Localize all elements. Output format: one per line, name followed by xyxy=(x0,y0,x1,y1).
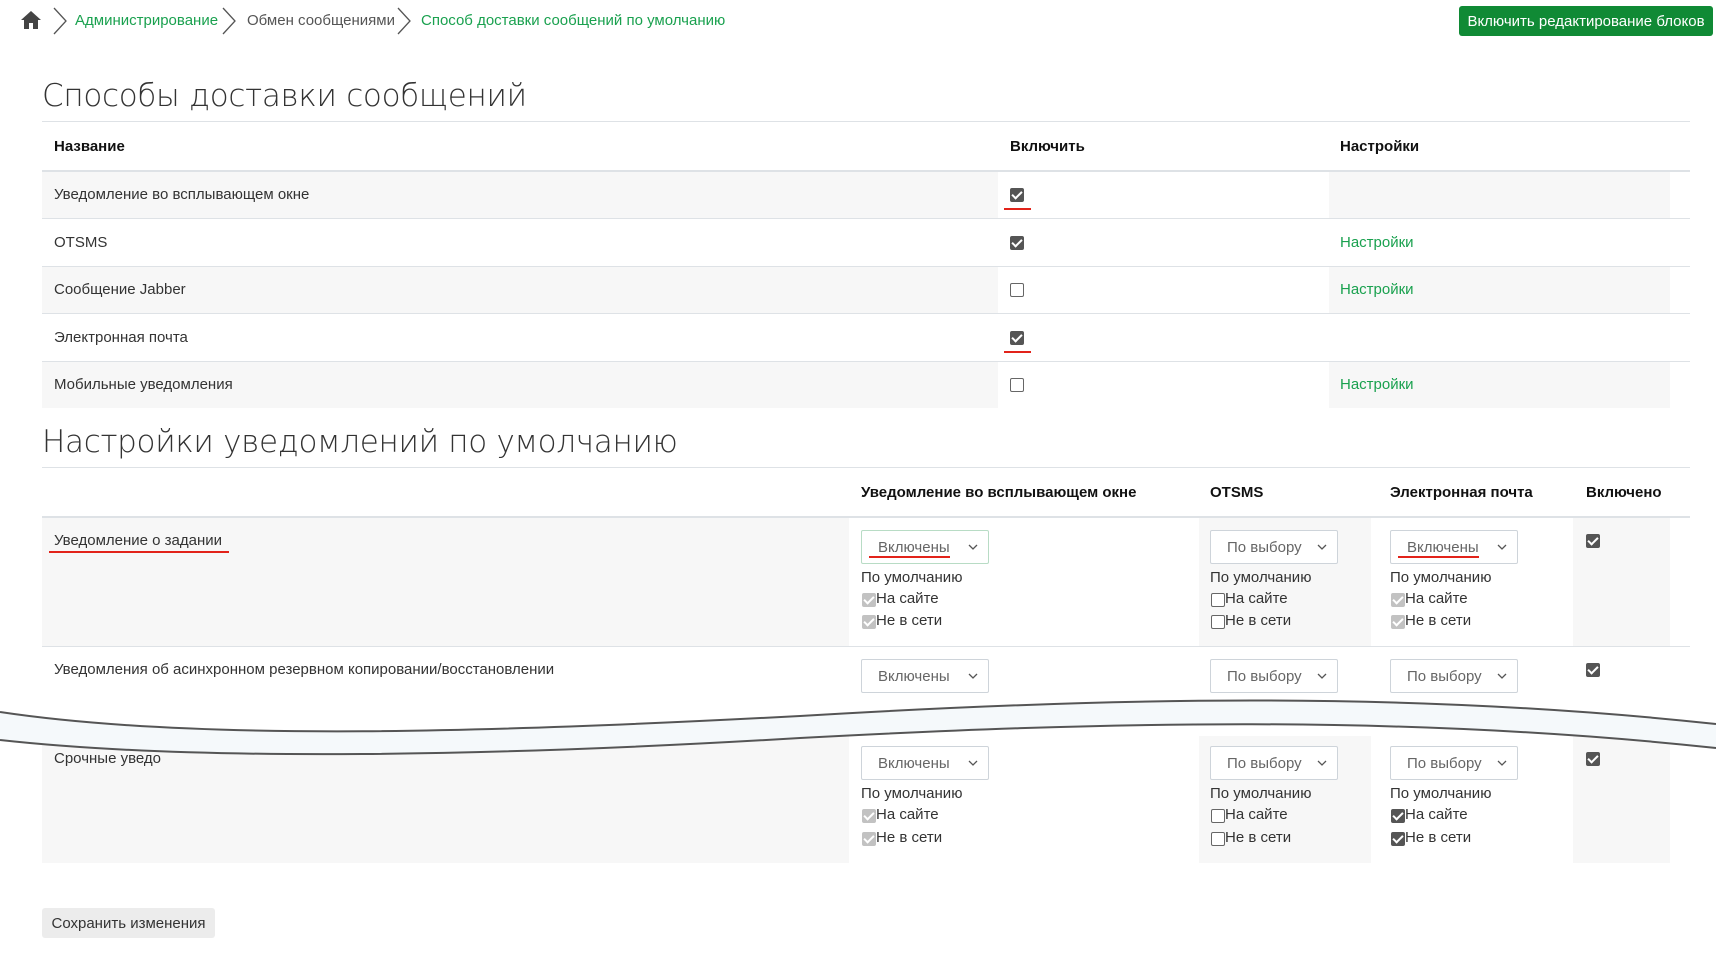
default-label: По умолчанию xyxy=(861,569,963,586)
default-label: По умолчанию xyxy=(861,785,963,802)
cell-settings xyxy=(1329,172,1670,218)
table-row: OTSMS Настройки xyxy=(42,219,1690,266)
select-value: Включены xyxy=(878,539,950,556)
on-site-checkbox[interactable] xyxy=(862,593,876,607)
settings-link[interactable]: Настройки xyxy=(1340,281,1414,298)
popup-select[interactable]: Включены xyxy=(861,530,989,564)
on-site-checkbox[interactable] xyxy=(1211,593,1225,607)
on-site-checkbox[interactable] xyxy=(1391,593,1405,607)
annotation-underline xyxy=(49,551,229,553)
table-header: Уведомление во всплывающем окне OTSMS Эл… xyxy=(42,468,1690,516)
settings-link[interactable]: Настройки xyxy=(1340,376,1414,393)
on-site-label: На сайте xyxy=(1225,806,1288,823)
home-icon[interactable] xyxy=(20,10,42,30)
breadcrumb-admin[interactable]: Администрирование xyxy=(75,12,218,29)
notification-name: Уведомления об асинхронном резервном коп… xyxy=(54,661,555,678)
section-title-default-notifications: Настройки уведомлений по умолчанию xyxy=(42,424,678,460)
email-select[interactable]: Включены xyxy=(1390,530,1518,564)
breadcrumb-messaging[interactable]: Обмен сообщениями xyxy=(247,12,395,29)
column-header-popup: Уведомление во всплывающем окне xyxy=(861,484,1137,501)
offline-checkbox[interactable] xyxy=(1391,832,1405,846)
table-header: Название Включить Настройки xyxy=(42,122,1690,170)
chevron-down-icon xyxy=(1317,544,1327,550)
notification-name: Уведомление о задании xyxy=(54,532,223,549)
chevron-right-icon xyxy=(222,7,236,35)
annotation-underline xyxy=(869,556,950,558)
save-changes-button[interactable]: Сохранить изменения xyxy=(42,908,215,938)
section-title-delivery-methods: Способы доставки сообщений xyxy=(42,78,527,114)
default-label: По умолчанию xyxy=(1210,569,1312,586)
enable-checkbox[interactable] xyxy=(1010,236,1024,250)
enabled-checkbox[interactable] xyxy=(1586,663,1600,677)
enabled-checkbox[interactable] xyxy=(1586,534,1600,548)
default-label: По умолчанию xyxy=(1390,569,1492,586)
column-header-name: Название xyxy=(54,138,125,155)
delivery-method-name: Уведомление во всплывающем окне xyxy=(54,186,310,203)
table-row: Уведомление во всплывающем окне xyxy=(42,172,1690,218)
delivery-method-name: Сообщение Jabber xyxy=(54,281,186,298)
column-header-otsms: OTSMS xyxy=(1210,484,1264,501)
table-row: Сообщение Jabber Настройки xyxy=(42,267,1690,313)
chevron-down-icon xyxy=(968,544,978,550)
offline-checkbox[interactable] xyxy=(862,615,876,629)
table-row: Мобильные уведомления Настройки xyxy=(42,362,1690,408)
chevron-right-icon xyxy=(53,7,67,35)
offline-checkbox[interactable] xyxy=(1211,832,1225,846)
chevron-down-icon xyxy=(1497,544,1507,550)
annotation-underline xyxy=(1004,208,1031,210)
default-label: По умолчанию xyxy=(1390,785,1492,802)
offline-checkbox[interactable] xyxy=(1211,615,1225,629)
enable-checkbox[interactable] xyxy=(1010,188,1024,202)
offline-label: Не в сети xyxy=(1225,829,1292,846)
page-tear-separator xyxy=(0,699,1716,756)
on-site-label: На сайте xyxy=(1405,590,1468,607)
delivery-method-name: Мобильные уведомления xyxy=(54,376,233,393)
annotation-underline xyxy=(1398,556,1479,558)
on-site-label: На сайте xyxy=(1225,590,1288,607)
enable-checkbox[interactable] xyxy=(1010,331,1024,345)
table-row: Электронная почта xyxy=(42,314,1690,361)
offline-label: Не в сети xyxy=(876,612,943,629)
offline-checkbox[interactable] xyxy=(1391,615,1405,629)
offline-label: Не в сети xyxy=(1405,612,1472,629)
delivery-method-name: OTSMS xyxy=(54,234,108,251)
on-site-label: На сайте xyxy=(876,590,939,607)
breadcrumb: Администрирование Обмен сообщениями Спос… xyxy=(0,0,1716,42)
annotation-underline xyxy=(1004,351,1031,353)
on-site-checkbox[interactable] xyxy=(862,809,876,823)
enable-block-editing-button[interactable]: Включить редактирование блоков xyxy=(1459,6,1713,36)
on-site-label: На сайте xyxy=(876,806,939,823)
offline-label: Не в сети xyxy=(1405,829,1472,846)
on-site-checkbox[interactable] xyxy=(1211,809,1225,823)
select-value: По выбору xyxy=(1227,539,1302,556)
offline-checkbox[interactable] xyxy=(862,832,876,846)
offline-label: Не в сети xyxy=(1225,612,1292,629)
enable-checkbox[interactable] xyxy=(1010,283,1024,297)
offline-label: Не в сети xyxy=(876,829,943,846)
select-value: Включены xyxy=(1407,539,1479,556)
table-row: Уведомление о задании Включены По умолча… xyxy=(42,518,1690,646)
settings-link[interactable]: Настройки xyxy=(1340,234,1414,251)
delivery-method-name: Электронная почта xyxy=(54,329,188,346)
enable-checkbox[interactable] xyxy=(1010,378,1024,392)
column-header-enable: Включить xyxy=(1010,138,1085,155)
chevron-right-icon xyxy=(397,7,411,35)
column-header-enabled: Включено xyxy=(1586,484,1662,501)
default-label: По умолчанию xyxy=(1210,785,1312,802)
column-header-email: Электронная почта xyxy=(1390,484,1533,501)
breadcrumb-current[interactable]: Способ доставки сообщений по умолчанию xyxy=(421,12,725,29)
column-header-settings: Настройки xyxy=(1340,138,1420,155)
on-site-label: На сайте xyxy=(1405,806,1468,823)
on-site-checkbox[interactable] xyxy=(1391,809,1405,823)
otsms-select[interactable]: По выбору xyxy=(1210,530,1338,564)
